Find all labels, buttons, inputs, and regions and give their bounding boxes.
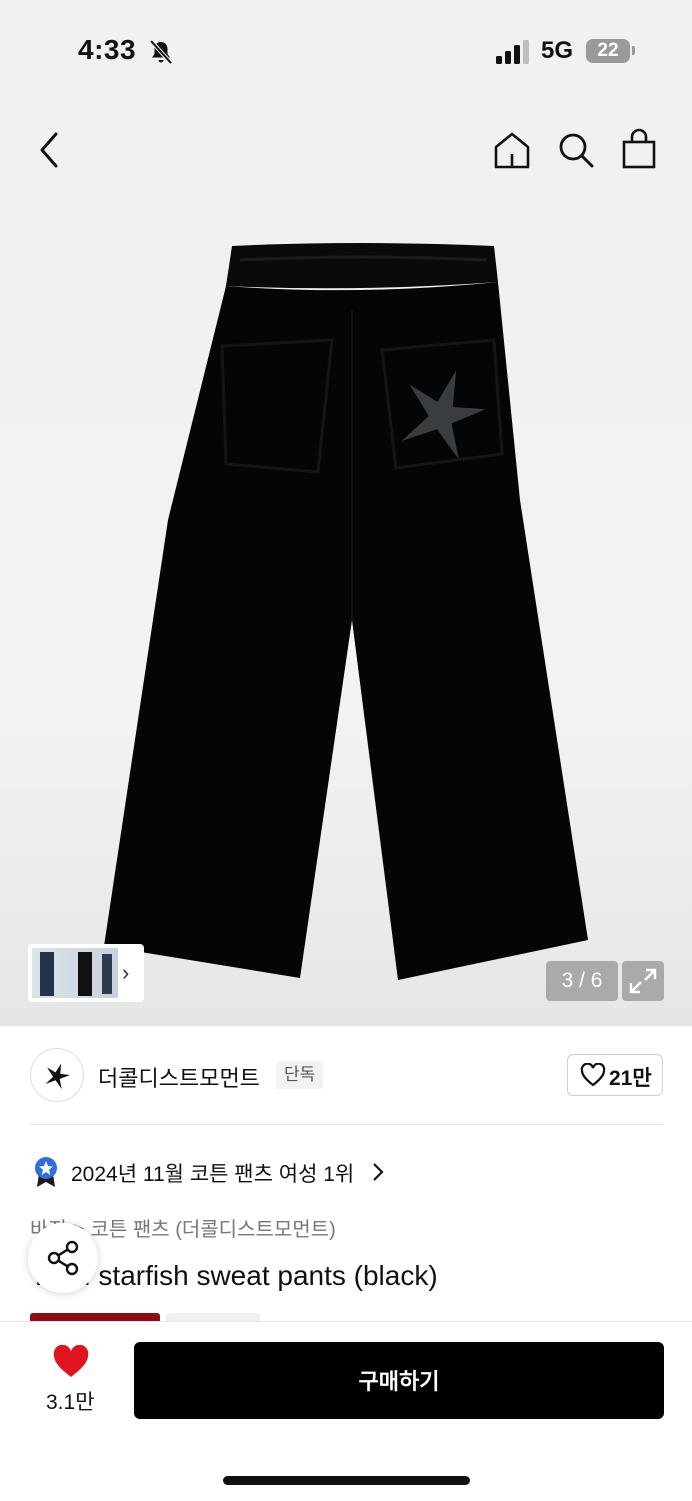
brand-name[interactable]: 더콜디스트모먼트	[98, 1061, 260, 1093]
expand-button[interactable]	[622, 961, 664, 1001]
home-icon[interactable]	[492, 130, 532, 170]
divider	[30, 1124, 663, 1125]
wish-count: 3.1만	[46, 1391, 95, 1414]
home-indicator	[223, 1476, 470, 1485]
heart-outline-icon	[580, 1063, 606, 1087]
buy-button[interactable]: 구매하기	[134, 1342, 664, 1419]
brand-like-count: 21만	[609, 1067, 652, 1090]
top-nav	[0, 100, 692, 200]
battery-tip	[632, 46, 635, 55]
signal-icon	[496, 40, 529, 64]
thumbnail-chevron-icon[interactable]: ›	[122, 962, 138, 984]
expand-icon	[629, 968, 657, 994]
breadcrumb-subcategory[interactable]: 코튼 팬츠 (더콜디스트모먼트)	[91, 1219, 336, 1241]
status-bar: 4:33 5G 22	[0, 0, 692, 100]
heart-filled-icon[interactable]	[52, 1345, 90, 1379]
battery-indicator: 22	[586, 39, 630, 63]
bell-off-icon	[149, 39, 173, 65]
search-icon[interactable]	[556, 130, 596, 170]
image-counter: 3 / 6	[546, 961, 618, 1001]
shopping-bag-icon[interactable]	[620, 128, 658, 170]
starfish-logo-icon	[45, 1063, 70, 1090]
pants-illustration	[104, 243, 588, 980]
share-icon	[47, 1240, 79, 1276]
thumbnail-image[interactable]	[32, 948, 118, 998]
ranking-text[interactable]: 2024년 11월 코튼 팬츠 여성 1위	[71, 1158, 354, 1188]
rank-medal-icon	[35, 1157, 57, 1187]
exclusive-badge: 단독	[276, 1061, 324, 1089]
status-time: 4:33	[78, 34, 137, 65]
chevron-right-icon[interactable]	[372, 1162, 384, 1182]
chevron-left-icon[interactable]	[36, 130, 64, 170]
share-button[interactable]	[28, 1223, 98, 1293]
product-image[interactable]	[0, 200, 692, 1026]
brand-logo[interactable]	[30, 1048, 84, 1102]
network-label: 5G	[541, 37, 574, 64]
